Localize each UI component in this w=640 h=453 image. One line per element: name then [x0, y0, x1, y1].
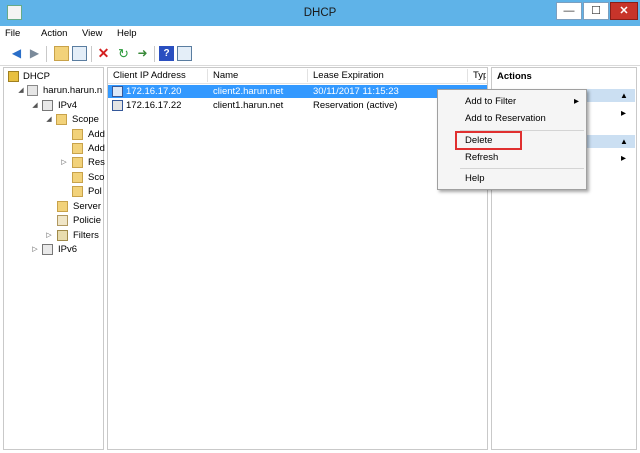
tree-label-scope-options: Sco — [88, 172, 105, 183]
tree-label-filters: Filters — [73, 230, 99, 241]
delete-icon[interactable]: ✕ — [96, 46, 111, 61]
menu-item-add-to-reservation[interactable]: Add to Reservation — [465, 112, 546, 126]
tree-label-dhcp: DHCP — [23, 71, 50, 82]
folder-icon — [72, 186, 83, 197]
column-separator[interactable] — [467, 69, 468, 82]
ipv4-icon — [42, 100, 53, 111]
properties-icon[interactable] — [177, 46, 192, 61]
menu-item-add-to-filter[interactable]: Add to Filter — [465, 95, 516, 109]
back-icon[interactable]: ◀ — [9, 46, 24, 61]
folder-icon — [72, 172, 83, 183]
collapse-arrow-icon[interactable]: ◢ — [17, 84, 25, 98]
window-title: DHCP — [303, 7, 337, 19]
policies-icon — [57, 215, 68, 226]
trophy-icon — [8, 71, 19, 82]
cell-name: client2.harun.net — [213, 86, 284, 97]
menu-file[interactable]: File — [5, 27, 20, 41]
collapse-up-icon[interactable]: ▲ — [620, 135, 628, 148]
filter-icon — [57, 230, 68, 241]
toolbar-separator — [46, 46, 47, 62]
toolbar-separator — [91, 46, 92, 62]
column-separator[interactable] — [307, 69, 308, 82]
tree-label-reservations: Res — [88, 157, 105, 168]
folder-icon — [72, 129, 83, 140]
ipv6-icon — [42, 244, 53, 255]
lease-list[interactable] — [107, 67, 488, 450]
menu-help[interactable]: Help — [117, 27, 137, 41]
folder-icon — [72, 143, 83, 154]
expand-arrow-icon[interactable]: ▷ — [45, 229, 53, 243]
menu-action[interactable]: Action — [41, 27, 67, 41]
menu-item-refresh[interactable]: Refresh — [465, 151, 498, 165]
tree-label-server: harun.harun.n — [43, 85, 103, 96]
export-icon[interactable]: ➜ — [135, 46, 150, 61]
folder-icon — [57, 201, 68, 212]
tree-label-ipv6: IPv6 — [58, 244, 78, 255]
show-tree-icon[interactable] — [72, 46, 87, 61]
submenu-arrow-icon[interactable]: ▸ — [621, 153, 626, 164]
close-button[interactable]: ✕ — [610, 2, 638, 20]
menu-item-help[interactable]: Help — [465, 172, 485, 186]
tree-label-address-leases: Add — [88, 143, 105, 154]
menu-view[interactable]: View — [82, 27, 102, 41]
collapse-arrow-icon[interactable]: ◢ — [31, 99, 39, 113]
expand-arrow-icon[interactable]: ▷ — [31, 243, 39, 257]
column-separator[interactable] — [207, 69, 208, 82]
tree-label-scope-policies: Pol — [88, 186, 102, 197]
submenu-arrow-icon[interactable]: ▸ — [621, 108, 626, 119]
actions-title: Actions — [497, 71, 532, 82]
minimize-button[interactable]: — — [556, 2, 582, 20]
server-icon — [27, 85, 38, 96]
column-type[interactable]: Typ — [473, 68, 486, 83]
client-icon — [112, 100, 123, 111]
tree-label-policies: Policie — [73, 215, 101, 226]
maximize-button[interactable]: ☐ — [583, 2, 609, 20]
client-icon — [112, 86, 123, 97]
folder-icon — [56, 114, 67, 125]
collapse-arrow-icon[interactable]: ◢ — [45, 113, 53, 127]
tree-label-scope: Scope — [72, 114, 99, 125]
tree-label-address-pool: Add — [88, 129, 105, 140]
collapse-up-icon[interactable]: ▲ — [620, 89, 628, 102]
up-folder-icon[interactable] — [54, 46, 69, 61]
menu-separator — [460, 168, 584, 169]
cell-expiration: 30/11/2017 11:15:23 — [313, 86, 399, 97]
expand-arrow-icon[interactable]: ▷ — [60, 156, 68, 170]
folder-icon — [72, 157, 83, 168]
column-client-ip[interactable]: Client IP Address — [113, 68, 186, 83]
cell-ip: 172.16.17.20 — [126, 86, 182, 97]
forward-icon[interactable]: ▶ — [27, 46, 42, 61]
toolbar-separator — [154, 46, 155, 62]
help-icon[interactable]: ? — [159, 46, 174, 61]
cell-expiration: Reservation (active) — [313, 100, 398, 111]
column-lease-expiration[interactable]: Lease Expiration — [313, 68, 384, 83]
delete-highlight-box — [455, 131, 522, 150]
cell-name: client1.harun.net — [213, 100, 284, 111]
submenu-arrow-icon: ▸ — [574, 96, 580, 107]
tree-label-ipv4: IPv4 — [58, 100, 78, 111]
column-name[interactable]: Name — [213, 68, 238, 83]
refresh-icon[interactable]: ↻ — [116, 46, 131, 61]
cell-ip: 172.16.17.22 — [126, 100, 182, 111]
tree-label-server-options: Server — [73, 201, 101, 212]
